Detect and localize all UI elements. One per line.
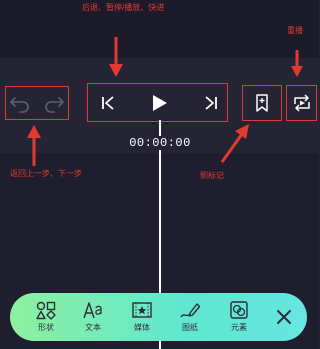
- tool-draw[interactable]: 图纸: [170, 293, 210, 341]
- tool-draw-label: 图纸: [182, 323, 198, 332]
- transport-arrow: [109, 37, 123, 77]
- transport-annotation: 后退、暂停/播放、快进: [82, 3, 165, 12]
- bookmark-button[interactable]: [252, 93, 272, 113]
- tool-text[interactable]: 文本: [73, 293, 113, 341]
- undo-annotation: 返回上一步、下一步: [10, 169, 82, 178]
- tool-media[interactable]: 媒体: [122, 293, 162, 341]
- tool-text-label: 文本: [85, 323, 101, 332]
- text-icon: [83, 302, 102, 319]
- undo-arrow: [27, 125, 41, 166]
- tool-shape[interactable]: 形状: [26, 293, 66, 341]
- tool-shape-label: 形状: [38, 323, 54, 332]
- bookmark-arrow: [220, 124, 249, 163]
- play-button[interactable]: [148, 93, 170, 113]
- redo-button[interactable]: [42, 92, 66, 114]
- bottom-toolbar: 形状 文本 媒体 图纸 元素: [10, 293, 307, 341]
- bookmark-icon: [256, 94, 268, 112]
- tool-element-label: 元素: [231, 323, 247, 332]
- timecode: 00:00:00: [120, 136, 200, 150]
- tool-element[interactable]: 元素: [219, 293, 259, 341]
- close-icon: [277, 310, 291, 324]
- skip-back-icon: [102, 96, 114, 110]
- close-button[interactable]: [274, 307, 294, 327]
- skip-forward-button[interactable]: [201, 94, 221, 112]
- skip-back-button[interactable]: [98, 94, 118, 112]
- tool-media-label: 媒体: [134, 323, 150, 332]
- repeat-annotation: 重播: [287, 26, 303, 35]
- repeat-arrow: [291, 50, 303, 77]
- element-icon: [230, 301, 248, 319]
- undo-icon: [10, 97, 29, 113]
- bookmark-annotation: 侧标记: [200, 171, 224, 180]
- repeat-icon: [294, 94, 310, 112]
- skip-forward-icon: [205, 96, 217, 110]
- draw-icon: [180, 303, 201, 318]
- play-icon: [153, 95, 167, 111]
- undo-button[interactable]: [8, 92, 32, 114]
- shapes-icon: [36, 301, 56, 320]
- repeat-button[interactable]: [291, 92, 313, 114]
- redo-icon: [45, 97, 64, 113]
- media-icon: [132, 302, 152, 318]
